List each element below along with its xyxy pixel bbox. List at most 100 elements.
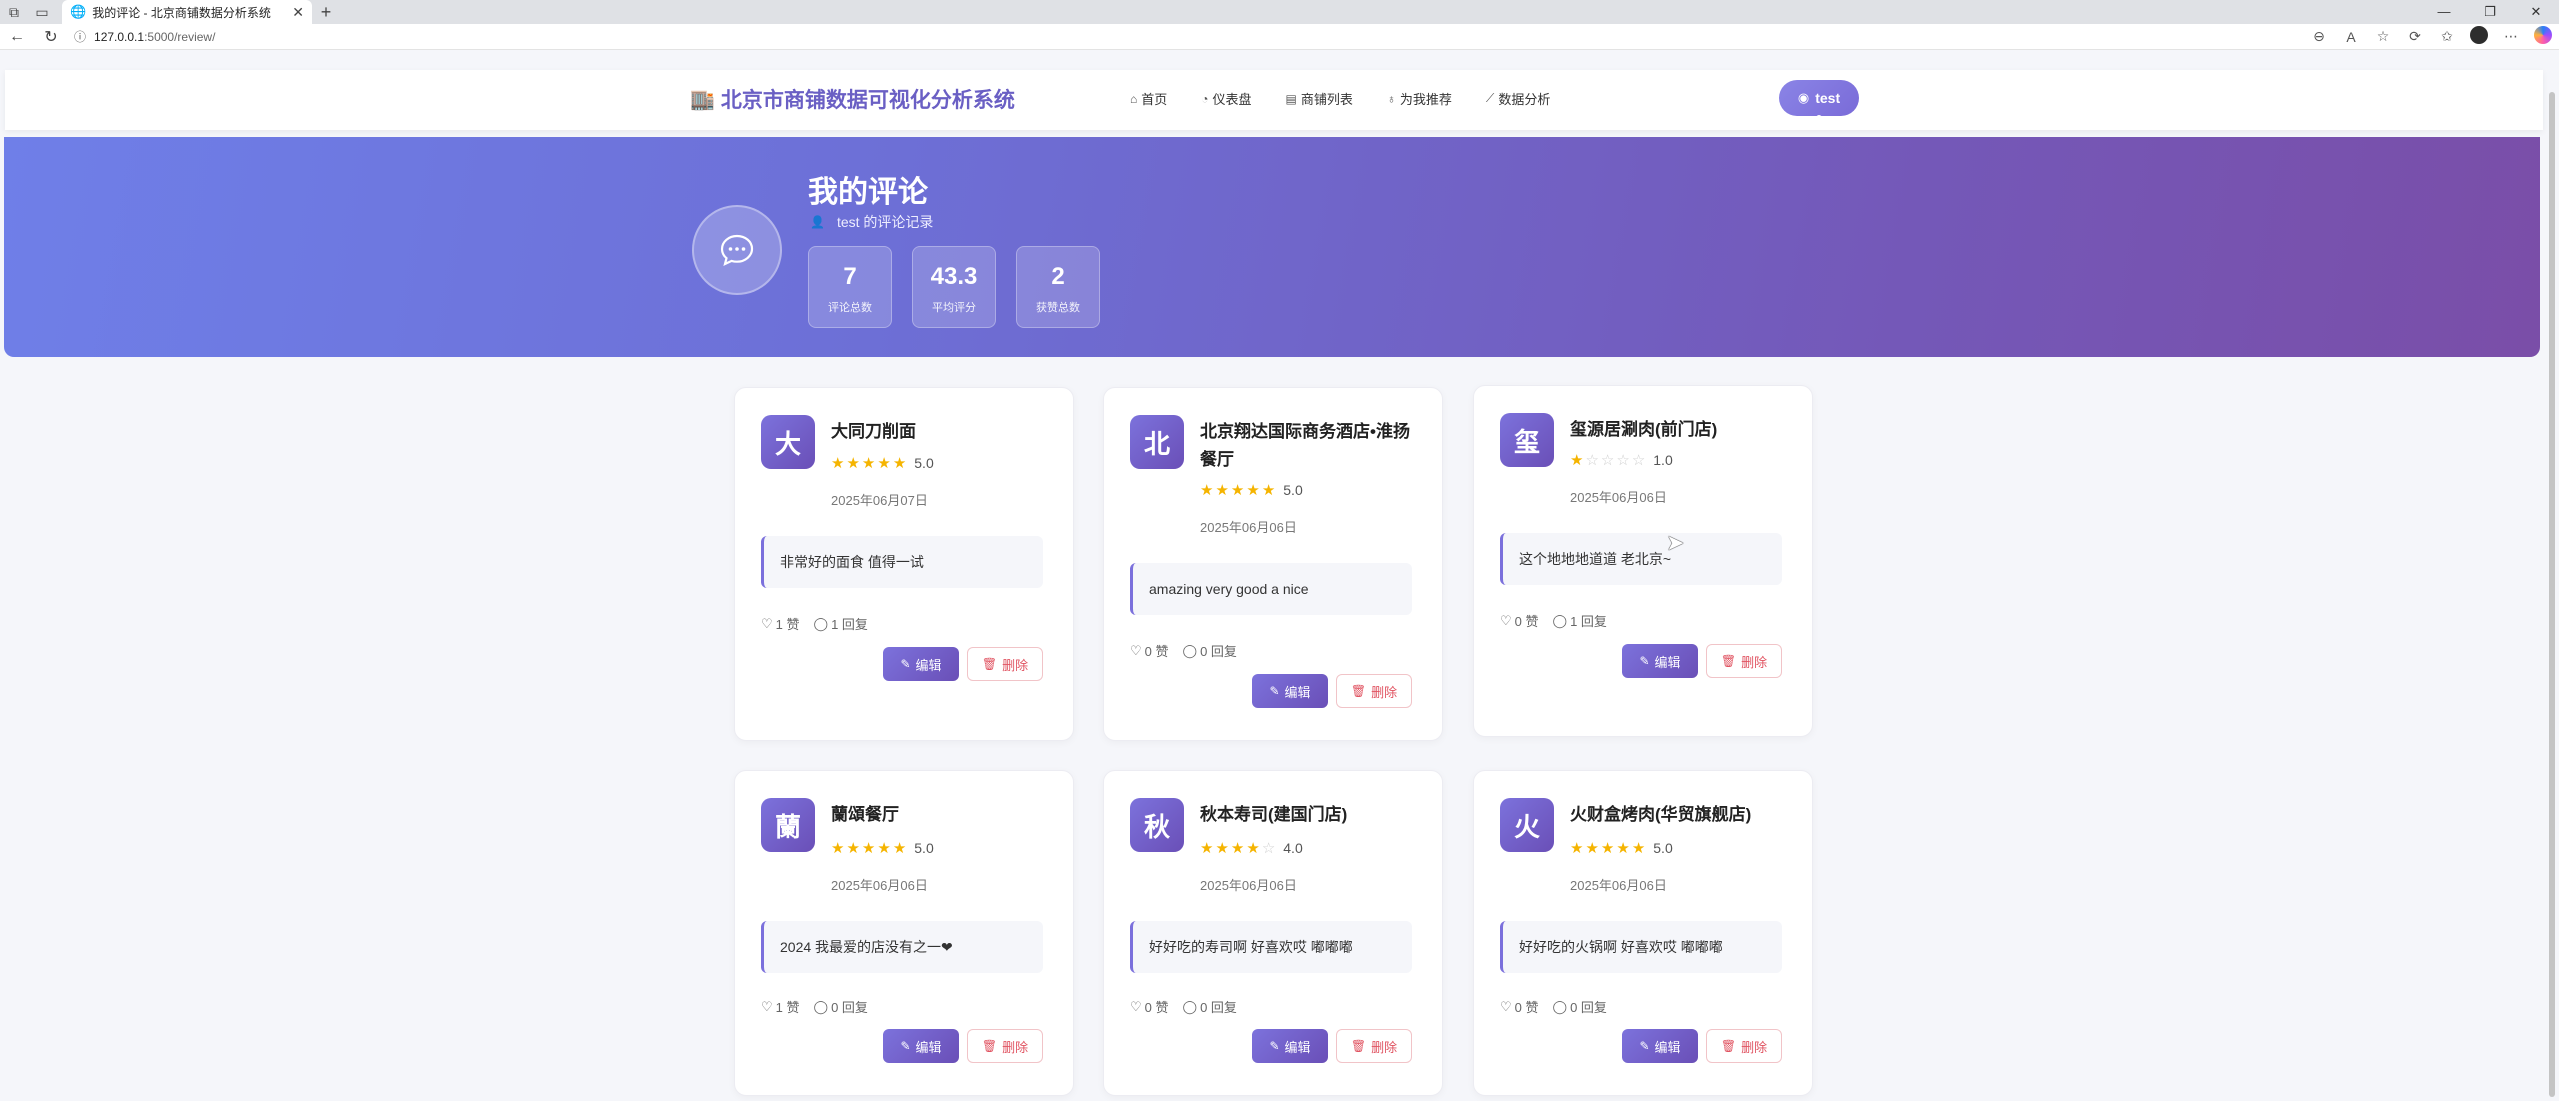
rating: ★ ★ ★ ★ ☆ 4.0 — [1200, 839, 1303, 857]
site-info-icon[interactable]: ⓘ — [74, 28, 86, 45]
shop-name[interactable]: 火财盒烤肉(华贸旗舰店) — [1570, 801, 1795, 829]
replies[interactable]: ◯ 0 回复 — [1183, 997, 1237, 1016]
review-text: 好好吃的火锅啊 好喜欢哎 嘟嘟嘟 — [1500, 921, 1782, 973]
replies[interactable]: ◯ 0 回复 — [1183, 641, 1237, 660]
likes[interactable]: ♡ 1 赞 — [761, 997, 800, 1016]
back-icon[interactable]: ← — [0, 28, 34, 46]
star-filled-icon: ★ — [1215, 840, 1229, 857]
delete-button[interactable]: 🗑 删除 — [1706, 1029, 1782, 1063]
review-text: 2024 我最爱的店没有之一❤ — [761, 921, 1043, 973]
likes[interactable]: ♡ 0 赞 — [1130, 997, 1169, 1016]
edit-button[interactable]: ✎ 编辑 — [1622, 1029, 1698, 1063]
globe-icon: 🌐 — [70, 4, 87, 19]
delete-button[interactable]: 🗑 删除 — [1706, 644, 1782, 678]
delete-button[interactable]: 🗑 删除 — [967, 647, 1043, 681]
subtitle-text: test 的评论记录 — [836, 214, 934, 230]
star-filled-icon: ★ — [1230, 482, 1245, 499]
read-aloud-icon[interactable]: A — [2335, 29, 2367, 45]
review-text: 好好吃的寿司啊 好喜欢哎 嘟嘟嘟 — [1130, 921, 1412, 973]
delete-button[interactable]: 🗑 删除 — [1336, 674, 1412, 708]
shop-name[interactable]: 北京翔达国际商务酒店•淮扬餐厅 — [1200, 418, 1425, 474]
review-card: 蘭 蘭頌餐厅 ★ ★ ★ ★ ★ 5.0 2025年06月06日 2024 我最爱的店没有… — [734, 770, 1074, 1096]
rating-score: 5.0 — [914, 840, 934, 856]
replies[interactable]: ◯ 0 回复 — [1553, 997, 1607, 1016]
star-rating: ★ ★ ★ ★ ☆ — [1200, 839, 1277, 857]
trash-icon: 🗑 — [1720, 1039, 1737, 1053]
close-window-icon[interactable]: ✕ — [2513, 4, 2559, 20]
menu-item-analysis[interactable]: ⟋ 数据分析 — [1486, 89, 1550, 108]
review-meta: ♡ 1 赞 ◯ 1 回复 — [761, 614, 882, 633]
restore-icon[interactable]: ❐ — [2467, 4, 2513, 20]
profile-extension-icon[interactable] — [2463, 26, 2495, 47]
edit-button[interactable]: ✎ 编辑 — [1252, 674, 1328, 708]
url-path: :5000/review/ — [144, 29, 216, 44]
heart-icon: ♡ — [761, 998, 773, 1014]
more-icon[interactable]: ⋯ — [2495, 28, 2527, 45]
delete-button[interactable]: 🗑 删除 — [967, 1029, 1043, 1063]
address-bar: ← ↻ ⓘ 127.0.0.1 :5000/review/ ⊖ A ☆ ⟳ ✩ … — [0, 24, 2559, 50]
review-date: 2025年06月06日 — [831, 878, 928, 893]
heart-icon: ♡ — [1500, 612, 1512, 628]
user-menu-button[interactable]: ◉ test — [1779, 80, 1859, 121]
rating: ★ ★ ★ ★ ★ 5.0 — [831, 454, 934, 472]
extensions-icon[interactable]: ⟳ — [2399, 28, 2431, 45]
likes[interactable]: ♡ 0 赞 — [1500, 611, 1539, 630]
rating-score: 1.0 — [1653, 452, 1673, 468]
heart-icon: ♡ — [1500, 998, 1512, 1014]
new-tab-icon[interactable]: + — [312, 2, 340, 23]
pencil-icon: ✎ — [1269, 1039, 1280, 1053]
star-rating: ★ ★ ★ ★ ★ — [1570, 839, 1647, 857]
shop-name[interactable]: 玺源居涮肉(前门店) — [1570, 416, 1795, 444]
shop-name[interactable]: 蘭頌餐厅 — [831, 801, 1056, 829]
url-field[interactable]: ⓘ 127.0.0.1 :5000/review/ — [74, 28, 215, 45]
menu-item-shop-list[interactable]: ▤ 商铺列表 — [1286, 89, 1353, 108]
zoom-icon[interactable]: ⊖ — [2303, 28, 2335, 45]
page-scrollbar[interactable] — [2547, 92, 2557, 1101]
shop-name[interactable]: 大同刀削面 — [831, 418, 1056, 446]
delete-label: 删除 — [1371, 1039, 1398, 1055]
likes-count: 1 赞 — [775, 1000, 800, 1015]
edit-button[interactable]: ✎ 编辑 — [883, 647, 959, 681]
stat-total-likes: 2 获赞总数 — [1016, 246, 1100, 328]
star-empty-icon: ☆ — [1600, 452, 1615, 469]
browser-tab[interactable]: 🌐 我的评论 - 北京商铺数据分析系统 ✕ — [62, 0, 312, 24]
rating-score: 5.0 — [914, 455, 934, 471]
likes[interactable]: ♡ 0 赞 — [1130, 641, 1169, 660]
menu-item-home[interactable]: ⌂ 首页 — [1130, 89, 1167, 108]
edit-button[interactable]: ✎ 编辑 — [883, 1029, 959, 1063]
favorites-icon[interactable]: ✩ — [2431, 28, 2463, 45]
likes[interactable]: ♡ 1 赞 — [761, 614, 800, 633]
reply-bubble-icon: ◯ — [1552, 998, 1568, 1014]
menu-item-dashboard[interactable]: ◔ 仪表盘 — [1201, 89, 1251, 108]
edit-button[interactable]: ✎ 编辑 — [1252, 1029, 1328, 1063]
edit-label: 编辑 — [1654, 654, 1681, 670]
stats-row: 7 评论总数 43.3 平均评分 2 获赞总数 — [808, 246, 1120, 328]
shop-name[interactable]: 秋本寿司(建国门店) — [1200, 801, 1425, 829]
review-card: 秋 秋本寿司(建国门店) ★ ★ ★ ★ ☆ 4.0 2025年06月06日 好好吃的寿司… — [1103, 770, 1443, 1096]
replies[interactable]: ◯ 1 回复 — [814, 614, 868, 633]
trash-icon: 🗑 — [1350, 1039, 1367, 1053]
refresh-icon[interactable]: ↻ — [34, 27, 68, 47]
delete-button[interactable]: 🗑 删除 — [1336, 1029, 1412, 1063]
replies[interactable]: ◯ 0 回复 — [814, 997, 868, 1016]
tab-actions-icon[interactable]: ▭ — [28, 0, 56, 24]
copilot-icon[interactable] — [2527, 26, 2559, 47]
workspaces-icon[interactable]: ⧉ — [0, 0, 28, 24]
menu-item-recommend[interactable]: ♁ 为我推荐 — [1387, 89, 1452, 108]
minimize-icon[interactable]: — — [2421, 4, 2467, 20]
close-tab-icon[interactable]: ✕ — [292, 4, 304, 21]
edit-label: 编辑 — [1284, 684, 1311, 700]
stat-total-reviews: 7 评论总数 — [808, 246, 892, 328]
review-card: 火 火财盒烤肉(华贸旗舰店) ★ ★ ★ ★ ★ 5.0 2025年06月06日 好好吃的… — [1473, 770, 1813, 1096]
replies[interactable]: ◯ 1 回复 — [1553, 611, 1607, 630]
review-date: 2025年06月06日 — [1200, 520, 1297, 535]
edit-label: 编辑 — [915, 657, 942, 673]
edit-button[interactable]: ✎ 编辑 — [1622, 644, 1698, 678]
scrollbar-thumb[interactable] — [2549, 92, 2555, 1097]
favorite-star-icon[interactable]: ☆ — [2367, 28, 2399, 45]
user-indicator-dot — [1816, 115, 1822, 121]
rating: ★ ★ ★ ★ ★ 5.0 — [1570, 839, 1673, 857]
user-icon: 👤 — [810, 215, 825, 229]
likes[interactable]: ♡ 0 赞 — [1500, 997, 1539, 1016]
brand-link[interactable]: 🏬 北京市商铺数据可视化分析系统 — [690, 84, 1015, 114]
